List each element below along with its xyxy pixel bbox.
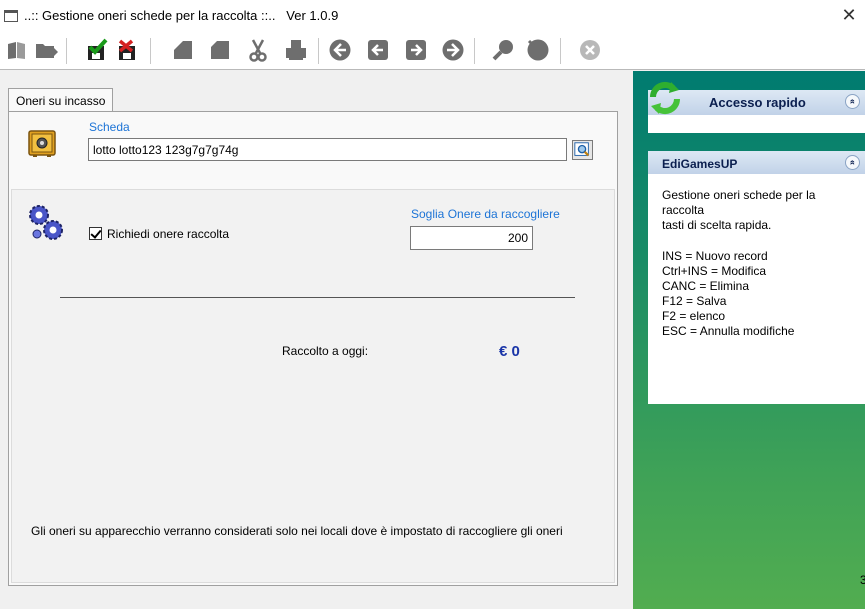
last-record-icon [442,39,464,61]
open-record-button[interactable] [33,37,59,63]
print-button[interactable] [283,37,309,63]
edigames-description: Gestione oneri schede per la raccolta ta… [662,188,816,232]
cut-icon [249,39,267,62]
scheda-input[interactable] [88,138,567,161]
window-close-button[interactable]: ✕ [839,5,859,25]
open-record-icon [36,44,58,58]
next-record-icon [406,40,426,60]
edge-text: 3 [860,573,865,587]
edigames-collapse-button[interactable]: « [845,155,860,170]
richiedi-onere-checkbox[interactable] [89,227,102,240]
filter-icon [527,39,549,61]
toolbar-separator [318,38,319,64]
soglia-label: Soglia Onere da raccogliere [411,207,560,221]
delete-button[interactable] [114,37,140,63]
paste-icon [211,41,229,59]
first-record-button[interactable] [327,37,353,63]
edigames-header[interactable]: EdiGamesUP « [648,151,865,174]
save-check-icon [88,38,108,60]
last-record-button[interactable] [440,37,466,63]
shortcut-list: INS = Nuovo record Ctrl+INS = Modifica C… [662,249,795,338]
copy-button[interactable] [170,37,196,63]
previous-record-button[interactable] [365,37,391,63]
new-record-icon [8,42,25,59]
raccolto-label: Raccolto a oggi: [282,344,369,358]
safe-icon [28,130,56,157]
refresh-icon [649,81,681,115]
new-record-button[interactable] [4,37,30,63]
search-button[interactable] [490,37,516,63]
title-bar: ..:: Gestione oneri schede per la raccol… [0,0,865,32]
toolbar-separator [66,38,67,64]
window-title: ..:: Gestione oneri schede per la raccol… [24,8,339,23]
edigames-body: Gestione oneri schede per la raccolta ta… [648,174,865,404]
scheda-lookup-button[interactable] [572,140,593,160]
next-record-button[interactable] [403,37,429,63]
cut-button[interactable] [245,37,271,63]
close-form-button[interactable] [577,37,603,63]
side-panel: Accesso rapido « EdiGamesUP « Gestione o… [633,71,865,609]
edigames-title: EdiGamesUP [662,157,738,171]
copy-icon [174,41,192,59]
app-window-icon [4,10,18,22]
richiedi-onere-label: Richiedi onere raccolta [107,227,230,241]
main-area: Oneri su incasso Scheda Richiedi onere r… [0,71,633,609]
search-icon [492,40,513,61]
accesso-rapido-title: Accesso rapido [709,95,806,110]
toolbar-separator [474,38,475,64]
footnote: Gli oneri su apparecchio verranno consid… [31,524,563,538]
toolbar-separator [560,38,561,64]
close-icon [580,40,600,60]
raccolto-value: € 0 [499,343,520,360]
save-button[interactable] [83,37,109,63]
accesso-rapido-body [648,115,865,133]
delete-icon [118,39,135,60]
soglia-input[interactable] [410,226,533,250]
divider [60,297,575,298]
tab-oneri-su-incasso[interactable]: Oneri su incasso [8,88,114,112]
print-icon [286,40,306,60]
gears-icon [29,205,63,240]
previous-record-icon [368,40,388,60]
lookup-icon [574,142,590,157]
toolbar [0,32,865,70]
filter-button[interactable] [525,37,551,63]
paste-button[interactable] [207,37,233,63]
first-record-icon [329,39,351,61]
accesso-rapido-collapse-button[interactable]: « [845,94,860,109]
toolbar-separator [150,38,151,64]
scheda-label: Scheda [89,120,130,134]
